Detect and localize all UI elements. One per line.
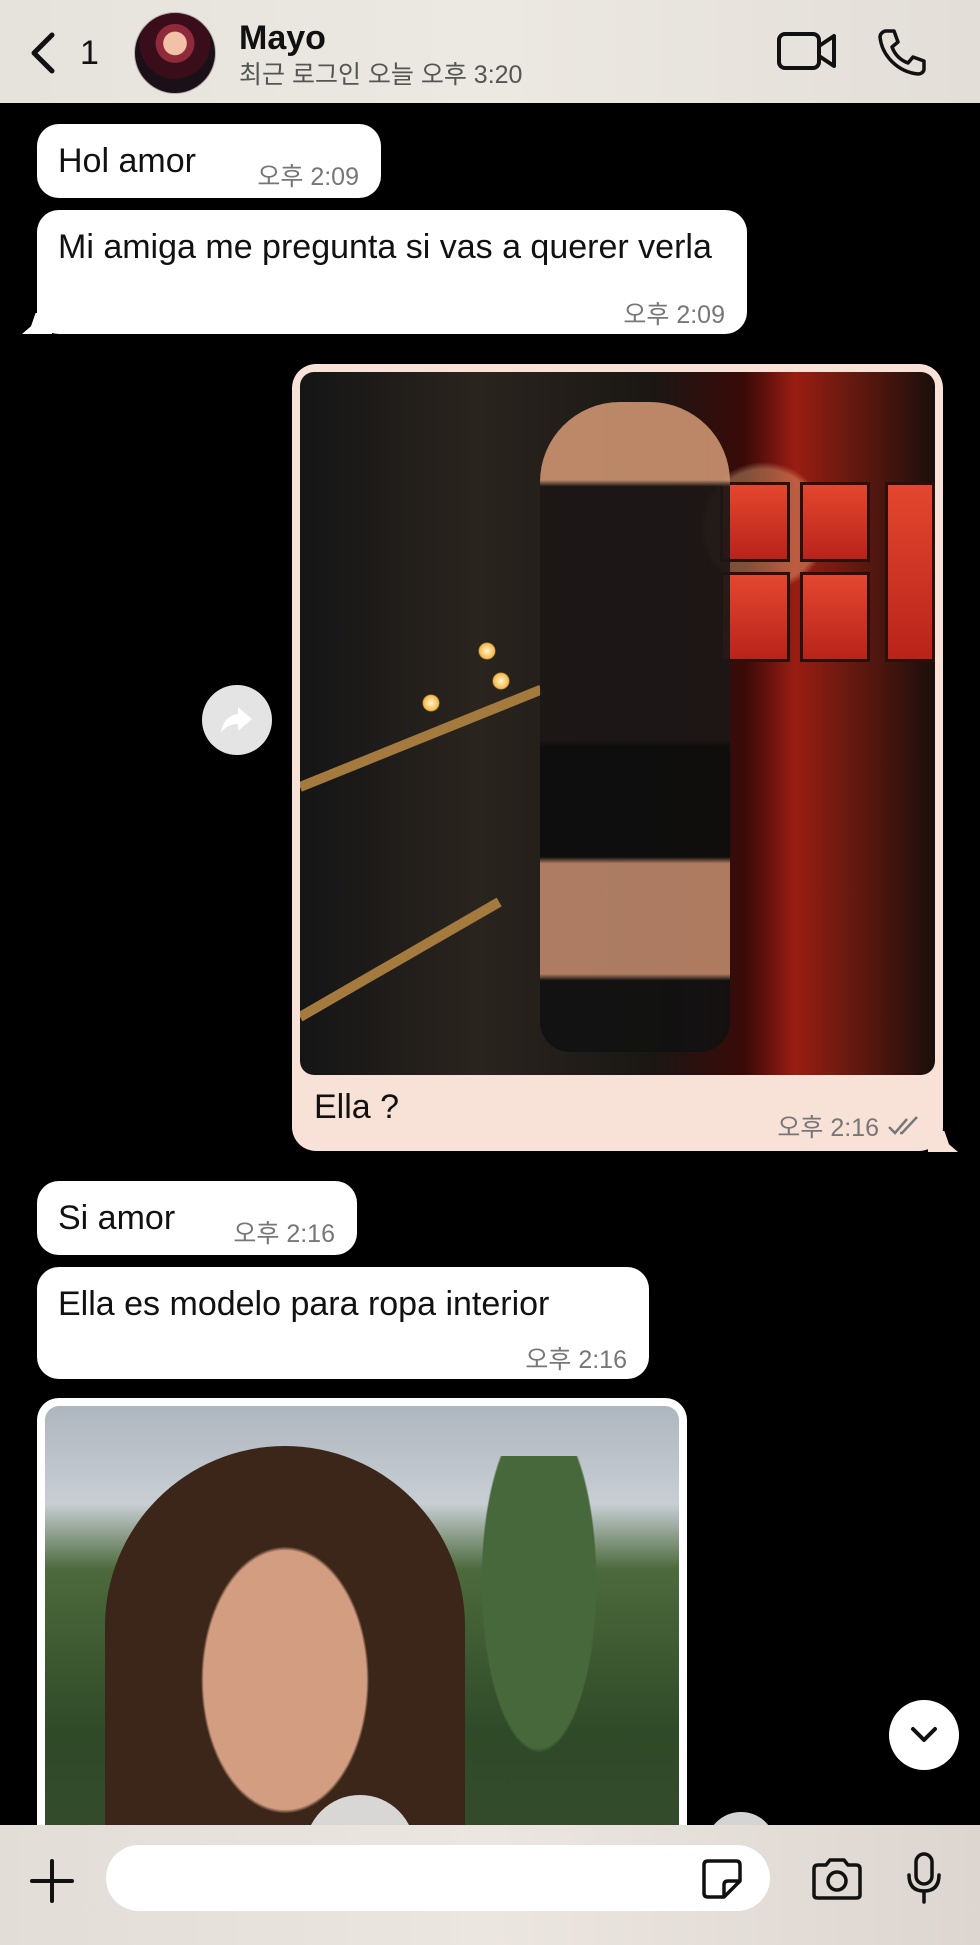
double-check-icon bbox=[888, 1116, 918, 1135]
message-text: Ella es modelo para ropa interior bbox=[58, 1285, 550, 1323]
forward-button[interactable] bbox=[202, 685, 272, 755]
microphone-icon bbox=[907, 1852, 941, 1904]
message-bubble-incoming[interactable]: Mi amiga me pregunta si vas a querer ver… bbox=[37, 210, 747, 334]
message-bubble-incoming[interactable]: Si amor 오후 2:16 bbox=[37, 1181, 357, 1255]
shared-photo[interactable] bbox=[300, 372, 935, 1075]
chevron-left-icon bbox=[31, 32, 55, 74]
camera-icon bbox=[812, 1858, 862, 1900]
chat-header: 1 Mayo 최근 로그인 오늘 오후 3:20 bbox=[0, 0, 980, 103]
sticker-icon bbox=[702, 1859, 742, 1899]
message-time: 오후 2:09 bbox=[623, 301, 725, 329]
message-time: 오후 2:16 bbox=[525, 1346, 627, 1374]
message-text: Mi amiga me pregunta si vas a querer ver… bbox=[58, 228, 712, 266]
scroll-to-bottom-button[interactable] bbox=[889, 1700, 959, 1770]
photo-caption: Ella ? bbox=[314, 1088, 400, 1126]
message-meta: 오후 2:16 bbox=[777, 1108, 921, 1144]
message-time: 오후 2:09 bbox=[257, 163, 359, 191]
voice-message-button[interactable] bbox=[904, 1851, 944, 1910]
message-bubble-incoming[interactable]: Ella es modelo para ropa interior 오후 2:1… bbox=[37, 1267, 649, 1379]
message-time: 오후 2:16 bbox=[777, 1114, 879, 1142]
share-arrow-icon bbox=[221, 707, 252, 733]
message-text: Hol amor bbox=[58, 142, 196, 180]
last-seen-status: 최근 로그인 오늘 오후 3:20 bbox=[239, 61, 523, 89]
message-text: Si amor bbox=[58, 1199, 176, 1237]
video-camera-icon bbox=[777, 32, 836, 70]
message-time: 오후 2:16 bbox=[233, 1220, 335, 1248]
chat-screen: 1 Mayo 최근 로그인 오늘 오후 3:20 Hol amor 오후 2:0… bbox=[0, 0, 980, 1945]
plus-icon bbox=[30, 1859, 74, 1903]
message-bubble-incoming[interactable]: Hol amor 오후 2:09 bbox=[37, 124, 381, 198]
chevron-down-icon bbox=[911, 1727, 937, 1742]
video-call-button[interactable] bbox=[776, 26, 838, 81]
message-input-bar bbox=[0, 1825, 980, 1945]
camera-button[interactable] bbox=[810, 1857, 864, 1906]
contact-name: Mayo bbox=[239, 19, 326, 57]
phone-icon bbox=[878, 29, 926, 76]
attach-button[interactable] bbox=[28, 1857, 76, 1910]
contact-avatar[interactable] bbox=[134, 12, 216, 94]
voice-call-button[interactable] bbox=[876, 26, 928, 83]
message-input[interactable] bbox=[106, 1845, 770, 1911]
back-button[interactable]: 1 bbox=[26, 28, 99, 78]
contact-title[interactable]: Mayo 최근 로그인 오늘 오후 3:20 bbox=[239, 18, 522, 90]
photo-subject bbox=[540, 402, 730, 1052]
message-bubble-outgoing-photo[interactable]: Ella ? 오후 2:16 bbox=[292, 364, 943, 1151]
unread-count: 1 bbox=[80, 33, 99, 72]
sticker-button[interactable] bbox=[700, 1857, 744, 1906]
